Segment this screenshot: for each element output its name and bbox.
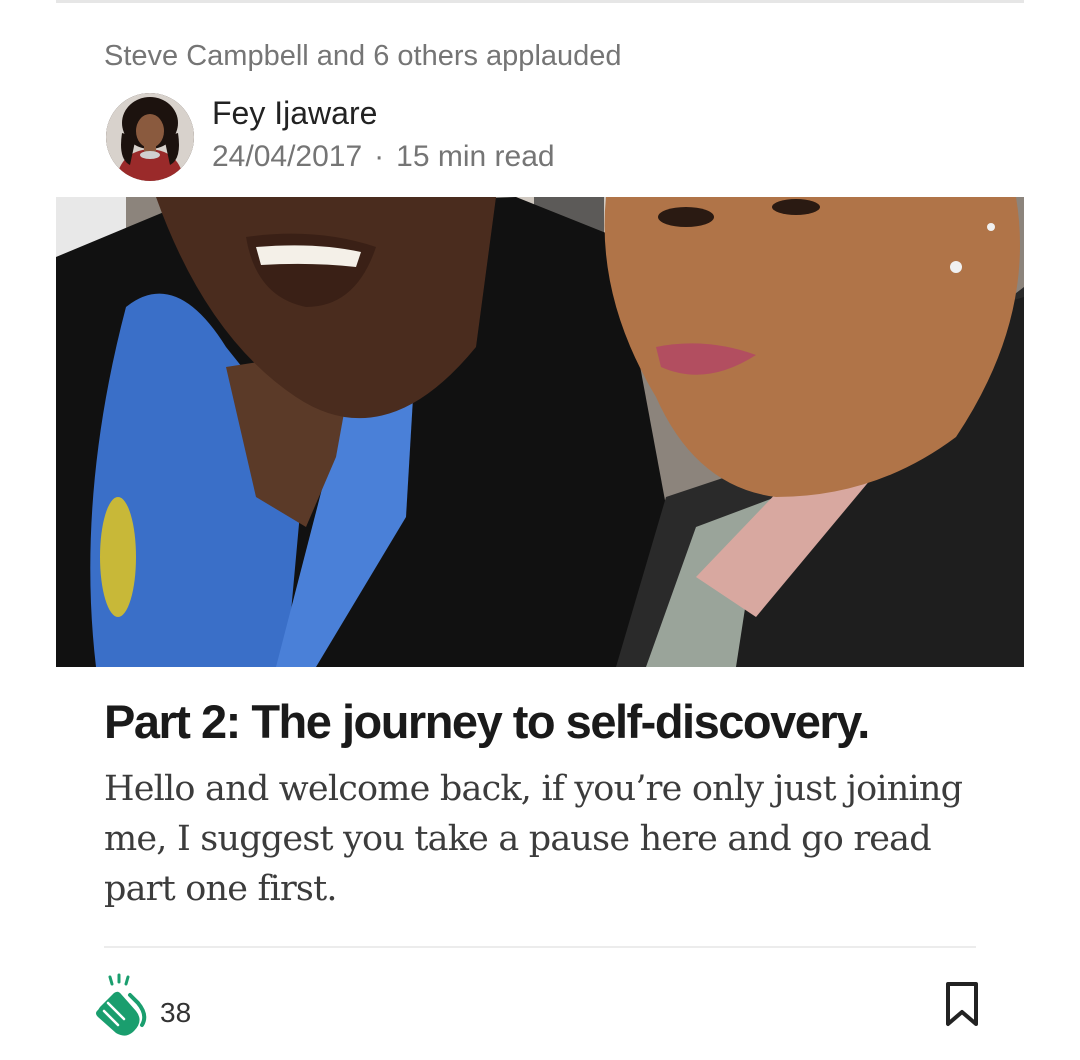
- post-meta: 24/04/2017 · 15 min read: [212, 138, 555, 176]
- meta-separator: ·: [374, 140, 385, 173]
- card-divider: [104, 946, 976, 948]
- clap-hands-icon: [96, 973, 147, 1036]
- post-excerpt[interactable]: Hello and welcome back, if you’re only j…: [104, 764, 984, 914]
- read-time: 15 min read: [396, 140, 555, 173]
- bookmark-icon: [946, 982, 978, 1026]
- post-date: 24/04/2017: [212, 140, 363, 173]
- post-title[interactable]: Part 2: The journey to self-discovery.: [104, 692, 1004, 752]
- clap-count: 38: [160, 997, 192, 1028]
- top-divider: [56, 0, 1024, 3]
- hero-image[interactable]: [56, 197, 1024, 667]
- hero-photo: [56, 197, 1024, 667]
- author-name[interactable]: Fey Ijaware: [212, 94, 377, 132]
- bookmark-button[interactable]: [940, 980, 984, 1030]
- social-proof-text: Steve Campbell and 6 others applauded: [104, 40, 622, 72]
- avatar-image: [106, 93, 194, 181]
- clap-button[interactable]: [88, 973, 154, 1039]
- author-avatar[interactable]: [106, 93, 194, 181]
